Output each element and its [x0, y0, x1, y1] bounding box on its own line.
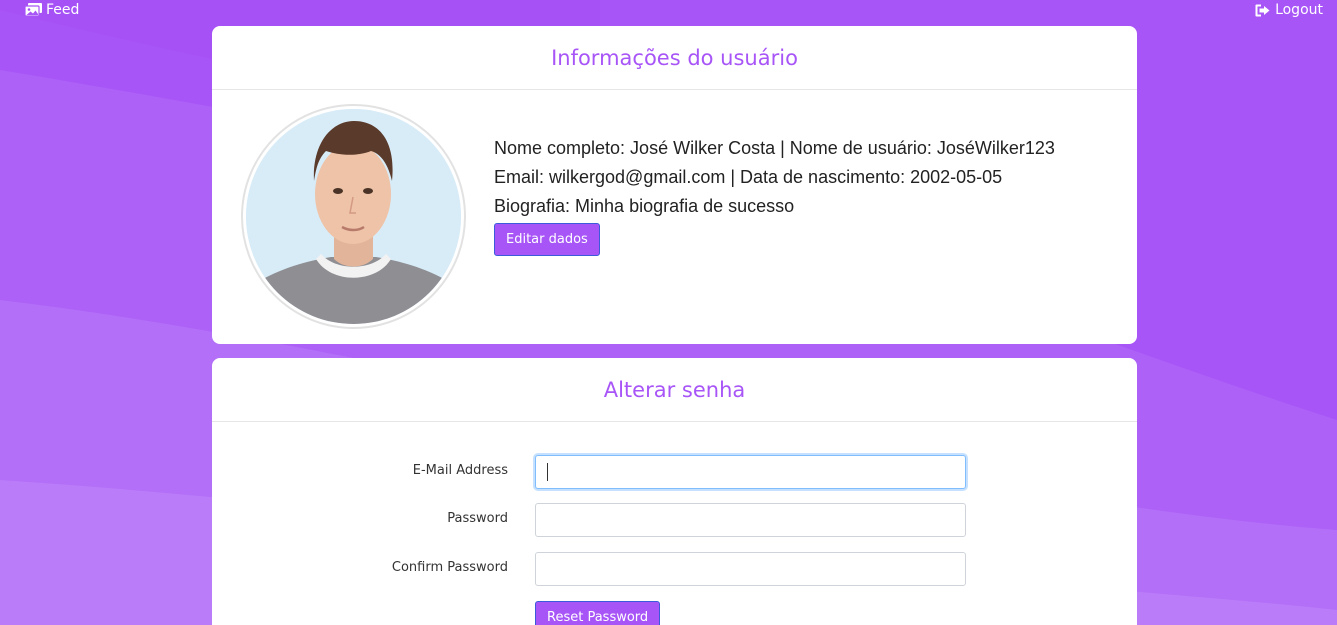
profile-name-line: Nome completo: José Wilker Costa | Nome …: [494, 138, 1055, 158]
reset-password-button[interactable]: Reset Password: [535, 601, 661, 625]
password-row: Password: [212, 503, 1137, 537]
password-card-title: Alterar senha: [603, 377, 746, 402]
avatar: [241, 104, 466, 329]
password-card: Alterar senha E-Mail Address Password Co…: [212, 358, 1137, 625]
feed-link[interactable]: Feed: [25, 2, 79, 18]
email-label: E-Mail Address: [412, 463, 508, 478]
email-row: E-Mail Address: [212, 455, 1137, 489]
text-caret: [547, 463, 548, 481]
logout-link[interactable]: Logout: [1255, 2, 1323, 18]
sign-out-icon: [1255, 4, 1270, 17]
logout-label: Logout: [1275, 2, 1323, 18]
password-label: Password: [447, 511, 508, 526]
avatar-image: [246, 109, 461, 324]
profile-info: Nome completo: José Wilker Costa | Nome …: [494, 134, 1055, 221]
email-input[interactable]: [535, 455, 966, 489]
edit-profile-button[interactable]: Editar dados: [494, 223, 600, 256]
profile-card-header: Informações do usuário: [212, 26, 1137, 90]
profile-email-line: Email: wilkergod@gmail.com | Data de nas…: [494, 167, 1003, 187]
confirm-password-input[interactable]: [535, 552, 966, 586]
password-card-header: Alterar senha: [212, 358, 1137, 422]
profile-card-title: Informações do usuário: [551, 45, 798, 70]
feed-label: Feed: [46, 2, 80, 18]
profile-bio-line: Biografia: Minha biografia de sucesso: [494, 196, 795, 216]
confirm-password-row: Confirm Password: [212, 552, 1137, 586]
images-icon: [25, 3, 43, 17]
profile-card: Informações do usuário Nome completo: Jo…: [212, 26, 1137, 344]
password-input[interactable]: [535, 503, 966, 537]
confirm-password-label: Confirm Password: [391, 560, 508, 575]
